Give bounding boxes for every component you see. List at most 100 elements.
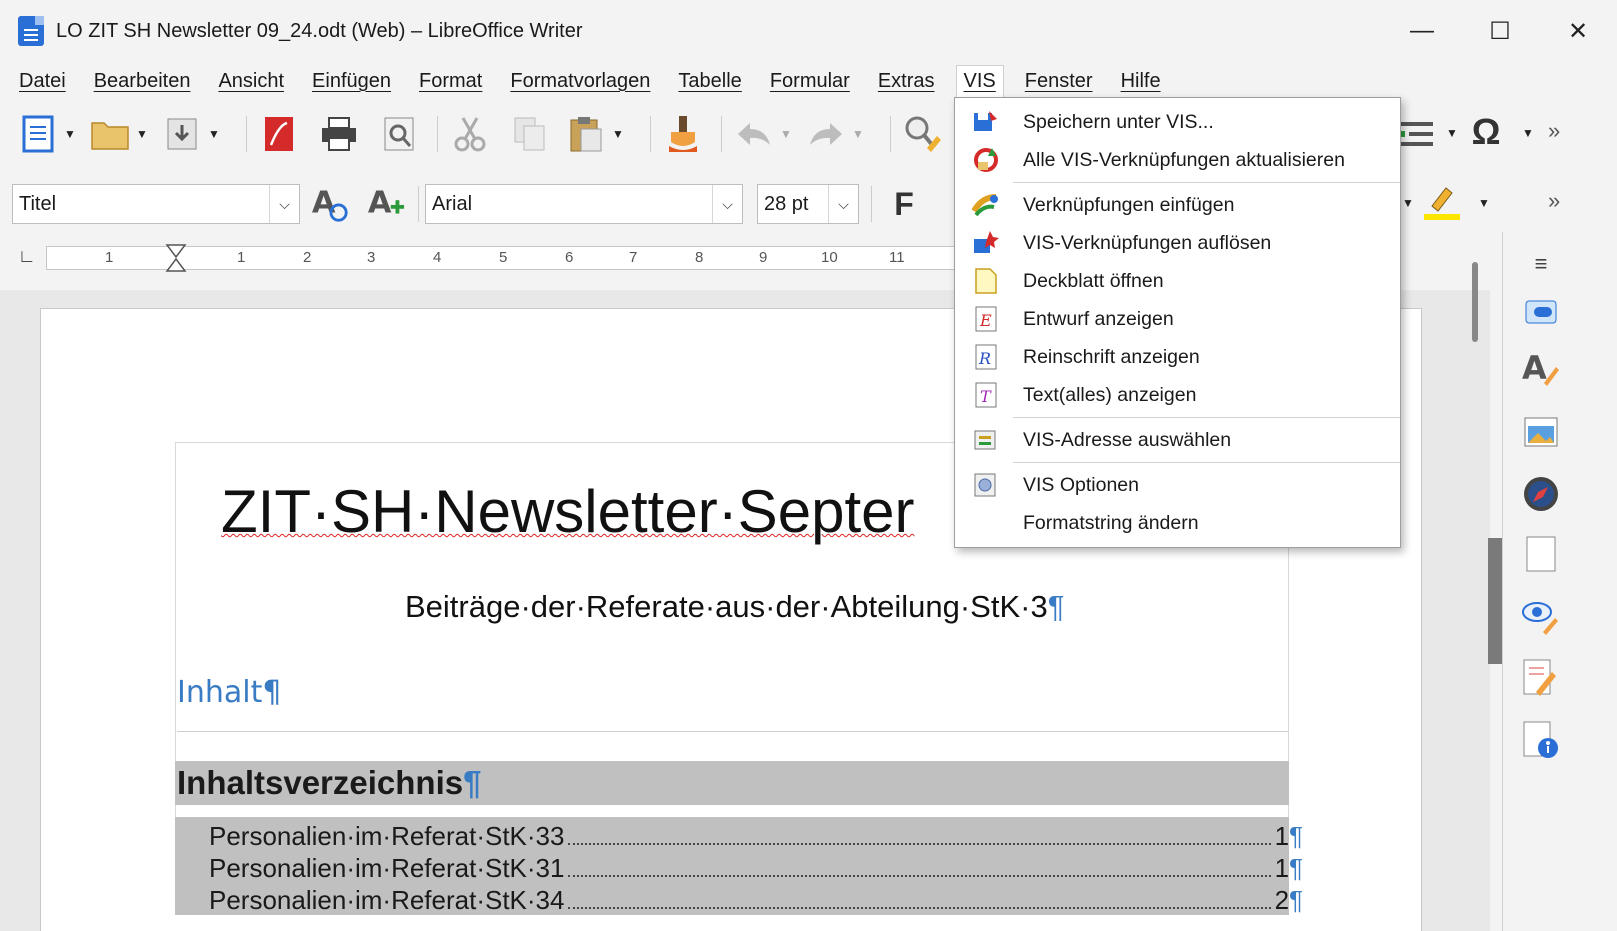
sidebar-menu-button[interactable]: ≡ <box>1521 244 1561 284</box>
menu-tabelle[interactable]: Tabelle <box>671 66 748 97</box>
document-subtitle[interactable]: Beiträge·der·Referate·aus·der·Abteilung·… <box>405 589 1064 625</box>
document-title[interactable]: ZIT·SH·Newsletter·Septer <box>221 477 914 546</box>
toc-entry[interactable]: Personalien·im·Referat·StK·34 2 ¶ <box>209 885 1303 917</box>
paragraph-style-combo[interactable]: Titel ⌵ <box>12 184 300 224</box>
sidebar-page-button[interactable] <box>1521 534 1561 574</box>
new-dropdown-arrow[interactable]: ▼ <box>64 127 76 141</box>
undo-button[interactable] <box>734 114 774 154</box>
menu-fenster[interactable]: Fenster <box>1018 66 1100 97</box>
chevron-down-icon[interactable]: ⌵ <box>712 185 742 223</box>
save-button[interactable] <box>162 114 202 154</box>
toolbar-separator <box>418 186 419 222</box>
sidebar-properties-button[interactable] <box>1521 292 1561 332</box>
menu-separator <box>1013 462 1400 463</box>
vis-menu-item-cover-page[interactable]: Deckblatt öffnen <box>955 262 1400 300</box>
menu-vis[interactable]: VIS <box>955 65 1004 97</box>
character-dropdown-arrow[interactable]: ▼ <box>1402 196 1414 210</box>
update-style-button[interactable]: A <box>310 184 350 224</box>
menu-formular[interactable]: Formular <box>763 66 857 97</box>
inhalt-text: Inhalt <box>177 675 263 710</box>
vis-menu-item-insert-links[interactable]: Verknüpfungen einfügen <box>955 186 1400 224</box>
indent-marker-icon[interactable] <box>165 243 187 273</box>
vertical-scrollbar-thumb[interactable] <box>1472 262 1478 342</box>
sidebar-gallery-button[interactable] <box>1521 412 1561 452</box>
divider <box>177 731 1289 732</box>
vis-menu-item-fair-copy[interactable]: R Reinschrift anzeigen <box>955 338 1400 376</box>
toc-entry[interactable]: Personalien·im·Referat·StK·31 1 ¶ <box>209 853 1303 885</box>
open-button[interactable] <box>90 114 130 154</box>
paste-dropdown-arrow[interactable]: ▼ <box>612 127 624 141</box>
vis-menu-item-dissolve-links[interactable]: VIS-Verknüpfungen auflösen <box>955 224 1400 262</box>
toolbar-overflow-icon[interactable]: » <box>1548 188 1560 214</box>
list-button[interactable] <box>1396 114 1436 154</box>
menu-hilfe[interactable]: Hilfe <box>1114 66 1168 97</box>
toolbar-overflow-icon[interactable]: » <box>1548 118 1560 144</box>
open-dropdown-arrow[interactable]: ▼ <box>136 127 148 141</box>
sidebar-navigator-button[interactable] <box>1521 474 1561 514</box>
vis-menu-item-save[interactable]: Speichern unter VIS... <box>955 103 1400 141</box>
toolbar-separator <box>246 116 247 152</box>
menu-format[interactable]: Format <box>412 66 489 97</box>
print-button[interactable] <box>319 114 359 154</box>
save-dropdown-arrow[interactable]: ▼ <box>208 127 220 141</box>
pilcrow-mark: ¶ <box>1289 885 1303 915</box>
menu-bearbeiten[interactable]: Bearbeiten <box>87 66 198 97</box>
special-char-dropdown-arrow[interactable]: ▼ <box>1522 126 1534 140</box>
inhalt-heading[interactable]: Inhalt¶ <box>177 675 281 710</box>
maximize-button[interactable]: ☐ <box>1461 0 1539 62</box>
menu-datei[interactable]: Datei <box>12 66 73 97</box>
menu-extras[interactable]: Extras <box>871 66 942 97</box>
vis-menu-item-options[interactable]: VIS Optionen <box>955 466 1400 504</box>
vis-menu-item-text-all[interactable]: T Text(alles) anzeigen <box>955 376 1400 414</box>
menu-ansicht[interactable]: Ansicht <box>211 66 291 97</box>
vis-menu-label: VIS-Verknüpfungen auflösen <box>1023 231 1272 254</box>
toc-heading[interactable]: Inhaltsverzeichnis¶ <box>175 761 1289 805</box>
vis-menu-item-draft[interactable]: E Entwurf anzeigen <box>955 300 1400 338</box>
highlight-color-button[interactable] <box>1422 182 1462 222</box>
cut-button[interactable] <box>450 114 490 154</box>
chevron-down-icon[interactable]: ⌵ <box>828 185 858 223</box>
hamburger-icon: ≡ <box>1534 251 1548 276</box>
toc-entry-page: 2 <box>1274 885 1290 915</box>
highlight-dropdown-arrow[interactable]: ▼ <box>1478 196 1490 210</box>
font-name-combo[interactable]: Arial ⌵ <box>425 184 743 224</box>
vis-menu-item-format-string[interactable]: Formatstring ändern <box>955 504 1400 542</box>
vis-menu-item-refresh-all[interactable]: Alle VIS-Verknüpfungen aktualisieren <box>955 141 1400 179</box>
bold-button[interactable]: F <box>884 184 924 224</box>
find-replace-button[interactable] <box>903 114 943 154</box>
export-pdf-button[interactable] <box>259 114 299 154</box>
font-size-combo[interactable]: 28 pt ⌵ <box>757 184 859 224</box>
close-button[interactable]: ✕ <box>1539 0 1617 62</box>
menu-formatvorlagen[interactable]: Formatvorlagen <box>503 66 657 97</box>
toolbar-separator <box>721 116 722 152</box>
sidebar-style-inspector-button[interactable] <box>1521 596 1561 636</box>
copy-button[interactable] <box>510 114 550 154</box>
sidebar-manage-changes-button[interactable] <box>1521 658 1561 698</box>
clone-formatting-button[interactable] <box>663 114 703 154</box>
print-preview-button[interactable] <box>379 114 419 154</box>
ruler-bar[interactable]: 1 1 2 3 4 5 6 7 8 9 10 11 <box>46 243 990 273</box>
vis-menu-item-address[interactable]: VIS-Adresse auswählen <box>955 421 1400 459</box>
special-character-button[interactable]: Ω <box>1466 111 1506 152</box>
menu-einfuegen[interactable]: Einfügen <box>305 66 398 97</box>
sidebar-styles-button[interactable]: A <box>1521 348 1561 388</box>
toolbar-separator <box>437 116 438 152</box>
sidebar-accessibility-button[interactable] <box>1521 720 1561 760</box>
redo-button[interactable] <box>806 114 846 154</box>
list-dropdown-arrow[interactable]: ▼ <box>1446 126 1458 140</box>
ruler-number: 3 <box>367 249 376 266</box>
new-style-button[interactable]: A <box>366 184 406 224</box>
insert-links-icon <box>971 190 1001 220</box>
minimize-button[interactable]: — <box>1383 0 1461 62</box>
tab-stop-selector-icon[interactable]: ∟ <box>18 246 36 267</box>
fair-copy-icon: R <box>971 342 1001 372</box>
paste-button[interactable] <box>566 114 606 154</box>
pilcrow-mark: ¶ <box>262 675 282 710</box>
toc-entry[interactable]: Personalien·im·Referat·StK·33 1 ¶ <box>209 821 1303 853</box>
chevron-down-icon[interactable]: ⌵ <box>269 185 299 223</box>
pilcrow-mark: ¶ <box>463 764 482 801</box>
undo-dropdown-arrow[interactable]: ▼ <box>780 127 792 141</box>
sidebar-collapse-handle[interactable] <box>1488 538 1502 664</box>
redo-dropdown-arrow[interactable]: ▼ <box>852 127 864 141</box>
new-document-button[interactable] <box>18 114 58 154</box>
